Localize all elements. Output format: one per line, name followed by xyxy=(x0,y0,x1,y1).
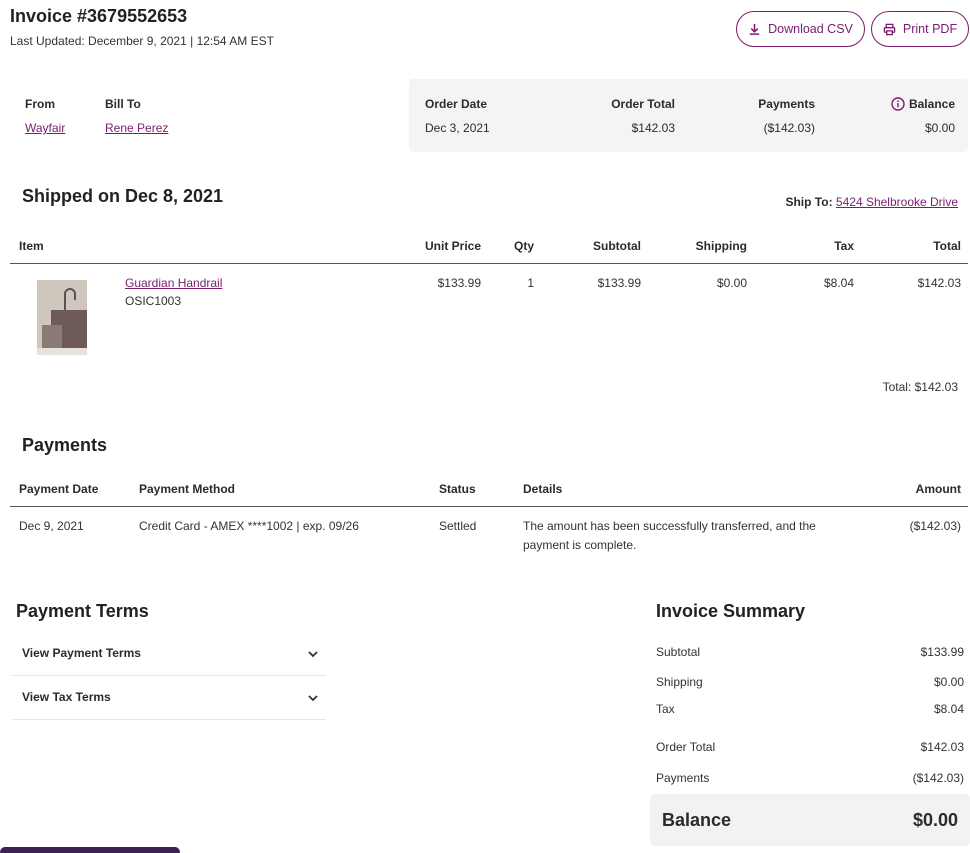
ship-to: Ship To: 5424 Shelbrooke Drive xyxy=(785,195,958,209)
cell-total: $142.03 xyxy=(917,276,961,290)
download-csv-button[interactable]: Download CSV xyxy=(736,11,865,47)
cell-tax: $8.04 xyxy=(823,276,854,290)
summary-balance-panel: Balance $0.00 xyxy=(650,794,970,846)
terms-divider xyxy=(12,675,326,676)
col-qty: Qty xyxy=(513,239,534,253)
col-payment-date: Payment Date xyxy=(19,482,99,496)
summary-tax-value: $8.04 xyxy=(933,702,964,716)
balance-value: $0.00 xyxy=(924,121,955,135)
payment-terms-heading: Payment Terms xyxy=(16,601,149,621)
shipment-total-line: Total: $142.03 xyxy=(882,380,958,394)
ship-to-label: Ship To: xyxy=(785,195,833,209)
payments-label: Payments xyxy=(758,97,815,111)
col-item: Item xyxy=(19,239,44,253)
product-sku: OSIC1003 xyxy=(125,294,182,308)
balance-label-group: Balance xyxy=(891,97,955,111)
col-shipping: Shipping xyxy=(695,239,747,253)
summary-payments-value: ($142.03) xyxy=(912,771,964,785)
payment-date: Dec 9, 2021 xyxy=(19,519,84,533)
terms-divider xyxy=(12,719,326,720)
summary-order-total-label: Order Total xyxy=(656,740,716,754)
summary-subtotal-label: Subtotal xyxy=(656,645,701,659)
summary-balance-label: Balance xyxy=(662,810,732,830)
cell-shipping: $0.00 xyxy=(716,276,747,290)
col-payment-method: Payment Method xyxy=(139,482,236,496)
chevron-down-icon[interactable] xyxy=(307,648,319,660)
invoice-summary-heading: Invoice Summary xyxy=(656,601,806,621)
order-date-label: Order Date xyxy=(425,97,488,111)
order-total-value: $142.03 xyxy=(631,121,675,135)
payment-details-line2: payment is complete. xyxy=(523,538,637,552)
ship-to-address-link[interactable]: 5424 Shelbrooke Drive xyxy=(836,195,958,209)
view-tax-terms-label[interactable]: View Tax Terms xyxy=(22,690,111,704)
product-image[interactable] xyxy=(37,280,87,355)
col-unit-price: Unit Price xyxy=(424,239,481,253)
print-pdf-button[interactable]: Print PDF xyxy=(871,11,969,47)
chevron-down-icon[interactable] xyxy=(307,692,319,704)
col-subtotal: Subtotal xyxy=(593,239,641,253)
summary-payments-label: Payments xyxy=(656,771,710,785)
col-total: Total xyxy=(933,239,961,253)
summary-tax-label: Tax xyxy=(656,702,675,716)
cell-unit-price: $133.99 xyxy=(437,276,481,290)
summary-order-total-value: $142.03 xyxy=(920,740,964,754)
payments-heading: Payments xyxy=(22,435,108,455)
payment-status: Settled xyxy=(439,519,477,533)
from-label: From xyxy=(25,97,55,111)
order-summary-panel: Order Date Dec 3, 2021 Order Total $142.… xyxy=(409,79,968,152)
col-details: Details xyxy=(523,482,563,496)
bill-to-link[interactable]: Rene Perez xyxy=(105,121,168,135)
bill-to-label: Bill To xyxy=(105,97,141,111)
from-link[interactable]: Wayfair xyxy=(25,121,65,135)
order-total-label: Order Total xyxy=(611,97,675,111)
view-payment-terms-label[interactable]: View Payment Terms xyxy=(22,646,141,660)
product-name-link[interactable]: Guardian Handrail xyxy=(125,276,222,290)
shipment-table-rule xyxy=(10,263,968,264)
col-amount: Amount xyxy=(915,482,961,496)
shipment-heading: Shipped on Dec 8, 2021 xyxy=(22,186,224,206)
summary-balance-value: $0.00 xyxy=(912,810,958,830)
summary-shipping-value: $0.00 xyxy=(933,675,964,689)
payment-details-line1: The amount has been successfully transfe… xyxy=(523,519,816,533)
cell-qty: 1 xyxy=(527,276,534,290)
payments-table-rule xyxy=(10,506,968,507)
print-pdf-label: Print PDF xyxy=(902,22,958,36)
last-updated: Last Updated: December 9, 2021 | 12:54 A… xyxy=(10,34,274,48)
payment-method: Credit Card - AMEX ****1002 | exp. 09/26 xyxy=(139,519,359,533)
order-date-value: Dec 3, 2021 xyxy=(425,121,490,135)
cell-subtotal: $133.99 xyxy=(597,276,641,290)
payments-value: ($142.03) xyxy=(763,121,815,135)
info-icon[interactable] xyxy=(891,97,905,111)
invoice-title: Invoice #3679552653 xyxy=(10,6,188,26)
summary-subtotal-value: $133.99 xyxy=(920,645,964,659)
col-tax: Tax xyxy=(834,239,854,253)
payment-amount: ($142.03) xyxy=(909,519,961,533)
balance-label: Balance xyxy=(908,97,955,111)
download-icon xyxy=(749,23,760,35)
summary-shipping-label: Shipping xyxy=(656,675,703,689)
print-icon xyxy=(883,23,896,35)
col-status: Status xyxy=(439,482,476,496)
download-csv-label: Download CSV xyxy=(768,22,853,36)
bottom-bar[interactable] xyxy=(0,847,180,853)
